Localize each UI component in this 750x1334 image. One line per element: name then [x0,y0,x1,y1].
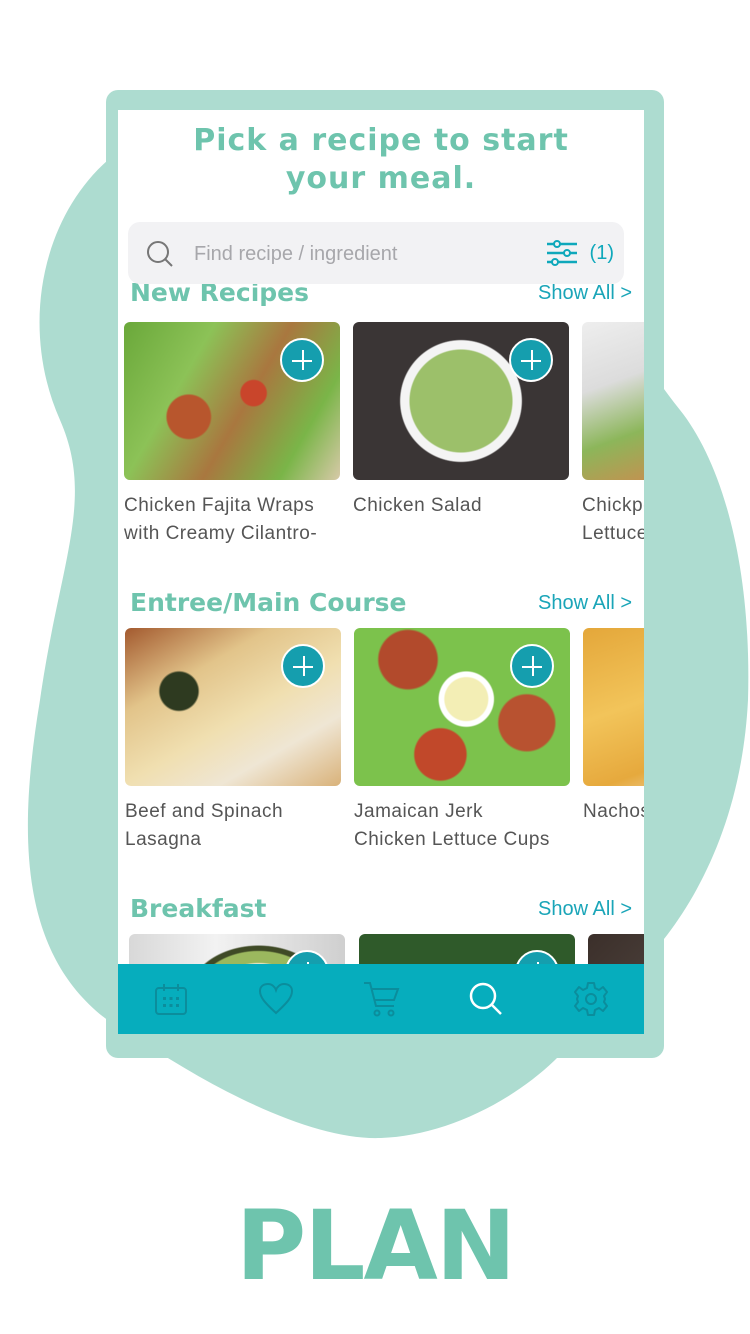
search-bar: (1) [128,222,624,284]
show-all-link[interactable]: Show All > [538,592,632,615]
recipe-image [124,322,340,480]
recipe-card[interactable]: Nachos [583,628,644,826]
recipe-title: Chicken Salad [353,495,483,516]
caption: PLAN [235,1190,516,1302]
recipe-card[interactable]: Beef and Spinach Lasagna [125,628,341,854]
recipe-image [353,322,569,480]
add-recipe-button[interactable] [510,644,554,688]
search-icon [147,241,173,267]
calendar-icon [154,984,187,1015]
filter-count: (1) [589,241,614,264]
recipe-title: Jamaican Jerk Chicken Lettuce Cups [354,801,550,850]
add-recipe-button[interactable] [281,644,325,688]
gear-icon [574,982,609,1016]
tab-search[interactable] [461,974,511,1024]
recipe-title: Chicken Fajita Wraps with Creamy Cilantro… [124,495,318,544]
tab-settings[interactable] [566,974,616,1024]
recipe-image [125,628,341,786]
add-recipe-button[interactable] [509,338,553,382]
add-recipe-button[interactable] [280,338,324,382]
filter-button[interactable]: (1) [546,236,614,270]
title-line-1: Pick a recipe to start [193,123,569,158]
sliders-icon [546,240,577,266]
search-input[interactable] [192,236,516,272]
recipe-card[interactable]: Chicken Fajita Wraps with Creamy Cilantro… [124,322,340,548]
recipe-card[interactable]: Jamaican Jerk Chicken Lettuce Cups [354,628,570,854]
section-entree: Entree/Main Course Show All > Beef and S… [118,580,644,882]
recipe-image [354,628,570,786]
app-screen: Pick a recipe to start your meal. (1) Ne… [118,110,644,1034]
tab-bar [118,964,644,1034]
section-new-recipes: New Recipes Show All > Chicken Fajita Wr… [118,274,644,576]
recipe-image [582,322,644,480]
recipe-card[interactable]: Chicken Salad [353,322,569,520]
recipe-title: ChickpeaLettuce [582,495,644,544]
title-line-2: your meal. [285,161,477,196]
recipe-sections[interactable]: New Recipes Show All > Chicken Fajita Wr… [118,274,644,1034]
tab-calendar[interactable] [146,974,196,1024]
section-title: Breakfast [130,894,267,923]
show-all-link[interactable]: Show All > [538,282,632,305]
show-all-link[interactable]: Show All > [538,898,632,921]
cart-icon [363,982,400,1017]
tab-favorites[interactable] [251,974,301,1024]
tab-cart[interactable] [356,974,406,1024]
recipe-title: Nachos [583,801,644,822]
search-icon [469,982,503,1015]
recipe-image [583,628,644,786]
recipe-title: Beef and Spinach Lasagna [125,801,284,850]
heart-icon [258,982,293,1015]
page-title: Pick a recipe to start your meal. [118,122,644,198]
section-title: Entree/Main Course [130,588,407,617]
recipe-card[interactable]: ChickpeaLettuce [582,322,644,548]
